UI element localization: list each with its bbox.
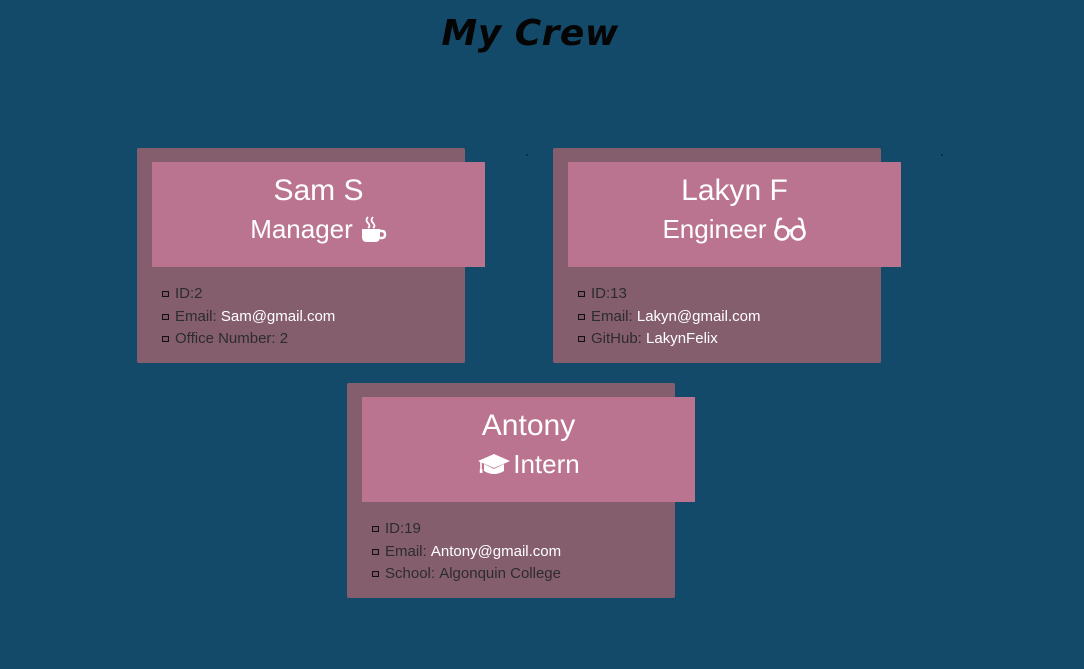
office-number: 2 bbox=[279, 330, 289, 347]
employee-role: Engineer bbox=[568, 209, 901, 245]
glasses-icon bbox=[773, 215, 807, 243]
employee-card-engineer: Lakyn F Engineer ID: 13 Email: Lakyn@gma… bbox=[553, 148, 901, 363]
email-link[interactable]: Lakyn@gmail.com bbox=[637, 306, 761, 329]
employee-card-manager: Sam S Manager ID: 2 Email: Sam@gmail.com bbox=[137, 148, 485, 363]
employee-role: Manager bbox=[152, 209, 485, 245]
employee-id: 2 bbox=[194, 285, 203, 302]
card-header: Sam S Manager bbox=[152, 162, 485, 267]
employee-details: ID: 13 Email: Lakyn@gmail.com GitHub: La… bbox=[578, 283, 760, 351]
id-item: ID: 2 bbox=[162, 283, 335, 306]
employee-details: ID: 2 Email: Sam@gmail.com Office Number… bbox=[162, 283, 335, 351]
employee-card-intern: Antony Intern ID: 19 Email: Antony@gmail… bbox=[347, 383, 695, 598]
bullet-icon bbox=[162, 336, 169, 343]
email-link[interactable]: Sam@gmail.com bbox=[221, 306, 335, 329]
id-item: ID: 19 bbox=[372, 518, 561, 541]
office-number-item: Office Number: 2 bbox=[162, 328, 335, 351]
decorative-dot bbox=[941, 154, 943, 156]
school-item: School: Algonquin College bbox=[372, 563, 561, 586]
card-header: Antony Intern bbox=[362, 397, 695, 502]
bullet-icon bbox=[162, 313, 169, 320]
email-link[interactable]: Antony@gmail.com bbox=[431, 541, 561, 564]
graduation-cap-icon bbox=[477, 451, 511, 477]
employee-name: Sam S bbox=[273, 174, 364, 207]
employee-role: Intern bbox=[362, 444, 695, 480]
coffee-icon bbox=[359, 215, 387, 243]
employee-name: Antony bbox=[481, 409, 576, 442]
bullet-icon bbox=[372, 571, 379, 578]
email-item: Email: Lakyn@gmail.com bbox=[578, 306, 760, 329]
school-name: Algonquin College bbox=[439, 565, 561, 582]
role-label: Intern bbox=[513, 449, 580, 479]
github-link[interactable]: LakynFelix bbox=[646, 328, 718, 351]
employee-id: 19 bbox=[404, 520, 421, 537]
bullet-icon bbox=[162, 291, 169, 298]
role-label: Manager bbox=[250, 214, 353, 244]
bullet-icon bbox=[372, 548, 379, 555]
employee-details: ID: 19 Email: Antony@gmail.com School: A… bbox=[372, 518, 561, 586]
github-item: GitHub: LakynFelix bbox=[578, 328, 760, 351]
decorative-dot bbox=[526, 154, 528, 156]
bullet-icon bbox=[578, 291, 585, 298]
employee-id: 13 bbox=[610, 285, 627, 302]
page-title: My Crew bbox=[441, 13, 619, 54]
bullet-icon bbox=[578, 313, 585, 320]
bullet-icon bbox=[372, 526, 379, 533]
id-item: ID: 13 bbox=[578, 283, 760, 306]
email-item: Email: Sam@gmail.com bbox=[162, 306, 335, 329]
email-item: Email: Antony@gmail.com bbox=[372, 541, 561, 564]
employee-name: Lakyn F bbox=[681, 174, 788, 207]
card-header: Lakyn F Engineer bbox=[568, 162, 901, 267]
bullet-icon bbox=[578, 336, 585, 343]
role-label: Engineer bbox=[662, 214, 767, 244]
